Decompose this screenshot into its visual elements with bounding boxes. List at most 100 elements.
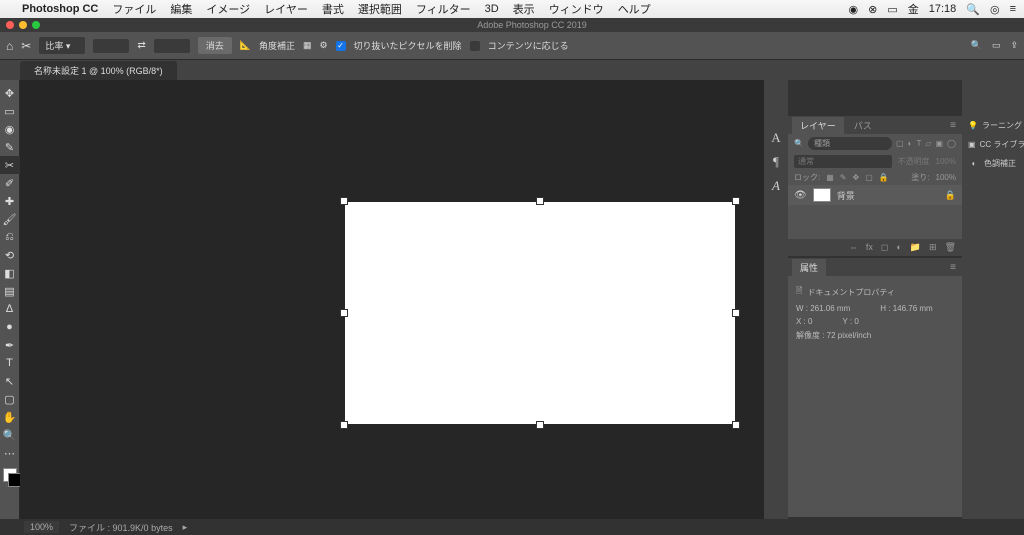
clock-day[interactable]: 金	[908, 1, 919, 17]
learning-tab[interactable]: 💡ラーニング	[962, 116, 1024, 135]
character-panel-icon[interactable]: A	[771, 130, 780, 146]
search-icon[interactable]: 🔍	[966, 3, 980, 16]
visibility-icon[interactable]: 👁	[794, 190, 807, 201]
filter-shape-icon[interactable]: ▱	[925, 139, 931, 148]
crop-handle-bl[interactable]	[340, 421, 348, 429]
move-tool[interactable]: ✥	[0, 84, 20, 102]
view-grid-icon[interactable]: ▭	[992, 40, 1001, 51]
panel-menu-icon[interactable]: ≡	[950, 120, 962, 131]
gradient-tool[interactable]: ▤	[0, 282, 20, 300]
pen-tool[interactable]: ✒	[0, 336, 20, 354]
opacity-value[interactable]: 100%	[936, 157, 956, 166]
link-layers-icon[interactable]: ⇔	[849, 242, 858, 253]
search-option-icon[interactable]: 🔍	[971, 40, 982, 51]
dodge-tool[interactable]: ●	[0, 318, 20, 336]
layer-name[interactable]: 背景	[837, 189, 939, 202]
menu-select[interactable]: 選択範囲	[358, 1, 402, 17]
crop-handle-tm[interactable]	[536, 197, 544, 205]
lasso-tool[interactable]: ◉	[0, 120, 20, 138]
more-tools-icon[interactable]: ⋯	[0, 444, 20, 462]
shape-tool[interactable]: ▢	[0, 390, 20, 408]
glyphs-panel-icon[interactable]: A	[772, 178, 780, 194]
crop-handle-br[interactable]	[732, 421, 740, 429]
lock-position-icon[interactable]: ✥	[853, 173, 860, 182]
filter-search-icon[interactable]: 🔍	[794, 139, 804, 148]
layers-tab[interactable]: レイヤー	[792, 117, 844, 134]
crop-tool[interactable]: ✂	[0, 156, 20, 174]
document-tab[interactable]: 名称未設定 1 @ 100% (RGB/8*)	[20, 61, 177, 80]
menu-image[interactable]: イメージ	[206, 1, 250, 17]
layer-mask-icon[interactable]: ◻	[881, 242, 888, 253]
clear-button[interactable]: 消去	[198, 37, 232, 54]
layer-filter-input[interactable]: 種類	[808, 137, 892, 150]
menu-3d[interactable]: 3D	[485, 3, 499, 15]
filter-adjust-icon[interactable]: ◐	[908, 139, 913, 148]
zoom-tool[interactable]: 🔍	[0, 426, 20, 444]
history-brush-tool[interactable]: ⟲	[0, 246, 20, 264]
menu-file[interactable]: ファイル	[112, 1, 156, 17]
canvas-area[interactable]	[20, 80, 764, 519]
gear-icon[interactable]: ⚙	[319, 40, 327, 51]
props-menu-icon[interactable]: ≡	[950, 262, 962, 273]
cc-status-icon[interactable]: ◉	[849, 3, 859, 16]
paragraph-panel-icon[interactable]: ¶	[773, 154, 779, 170]
hand-tool[interactable]: ✋	[0, 408, 20, 426]
status-chevron-icon[interactable]: ▸	[183, 522, 188, 533]
menu-edit[interactable]: 編集	[170, 1, 192, 17]
filter-type-icon[interactable]: T	[916, 139, 921, 148]
crop-handle-tl[interactable]	[340, 197, 348, 205]
healing-tool[interactable]: ✚	[0, 192, 20, 210]
adjustment-layer-icon[interactable]: ◐	[896, 242, 901, 253]
quick-select-tool[interactable]: ✎	[0, 138, 20, 156]
battery-icon[interactable]: ▭	[887, 3, 897, 16]
eraser-tool[interactable]: ◧	[0, 264, 20, 282]
lock-pixels-icon[interactable]: ▦	[826, 173, 834, 182]
delete-cropped-checkbox[interactable]: ✓	[336, 41, 346, 51]
menu-help[interactable]: ヘルプ	[618, 1, 651, 17]
foreground-color-swatch[interactable]	[3, 468, 17, 482]
close-window-button[interactable]	[6, 21, 14, 29]
delete-layer-icon[interactable]: 🗑	[945, 242, 956, 253]
adjustments-tab[interactable]: ◐色調補正	[962, 154, 1024, 173]
filter-smart-icon[interactable]: ▣	[935, 139, 943, 148]
crop-width-input[interactable]	[93, 39, 129, 53]
eyedropper-tool[interactable]: ✐	[0, 174, 20, 192]
app-name[interactable]: Photoshop CC	[22, 3, 98, 15]
menu-list-icon[interactable]: ≡	[1010, 3, 1016, 15]
zoom-level[interactable]: 100%	[24, 521, 59, 533]
menu-window[interactable]: ウィンドウ	[549, 1, 604, 17]
file-size-info[interactable]: ファイル : 901.9K/0 bytes	[69, 521, 173, 534]
share-icon[interactable]: ⇪	[1010, 40, 1018, 51]
group-icon[interactable]: 📁	[910, 242, 921, 253]
filter-pixel-icon[interactable]: ▢	[896, 139, 904, 148]
crop-handle-ml[interactable]	[340, 309, 348, 317]
lock-artboard-icon[interactable]: ▢	[865, 173, 873, 182]
blend-mode-select[interactable]: 通常	[794, 155, 892, 168]
clone-tool[interactable]: ⎌	[0, 228, 20, 246]
clock-time[interactable]: 17:18	[929, 3, 957, 15]
cclibrary-tab[interactable]: ▣CC ライブラリ	[962, 135, 1024, 154]
home-button[interactable]: ⌂	[6, 39, 13, 53]
minimize-window-button[interactable]	[19, 21, 27, 29]
crop-handle-bm[interactable]	[536, 421, 544, 429]
zoom-window-button[interactable]	[32, 21, 40, 29]
menu-filter[interactable]: フィルター	[416, 1, 471, 17]
blur-tool[interactable]: ∆	[0, 300, 20, 318]
marquee-tool[interactable]: ▭	[0, 102, 20, 120]
crop-ratio-select[interactable]: 比率 ▾	[39, 37, 85, 54]
lock-brush-icon[interactable]: ✎	[840, 173, 847, 182]
filter-toggle-icon[interactable]: ◯	[947, 139, 956, 148]
crop-handle-tr[interactable]	[732, 197, 740, 205]
layer-style-icon[interactable]: fx	[866, 242, 873, 253]
overlay-icon[interactable]: ▦	[303, 40, 312, 51]
paths-tab[interactable]: パス	[846, 117, 880, 134]
path-select-tool[interactable]: ↖	[0, 372, 20, 390]
crop-height-input[interactable]	[154, 39, 190, 53]
crop-handle-mr[interactable]	[732, 309, 740, 317]
brush-tool[interactable]: 🖌	[0, 210, 20, 228]
siri-icon[interactable]: ◎	[990, 3, 1000, 16]
swap-dimensions-button[interactable]: ⇄	[137, 40, 145, 51]
lock-all-icon[interactable]: 🔒	[879, 173, 889, 182]
type-tool[interactable]: T	[0, 354, 20, 372]
menu-type[interactable]: 書式	[322, 1, 344, 17]
